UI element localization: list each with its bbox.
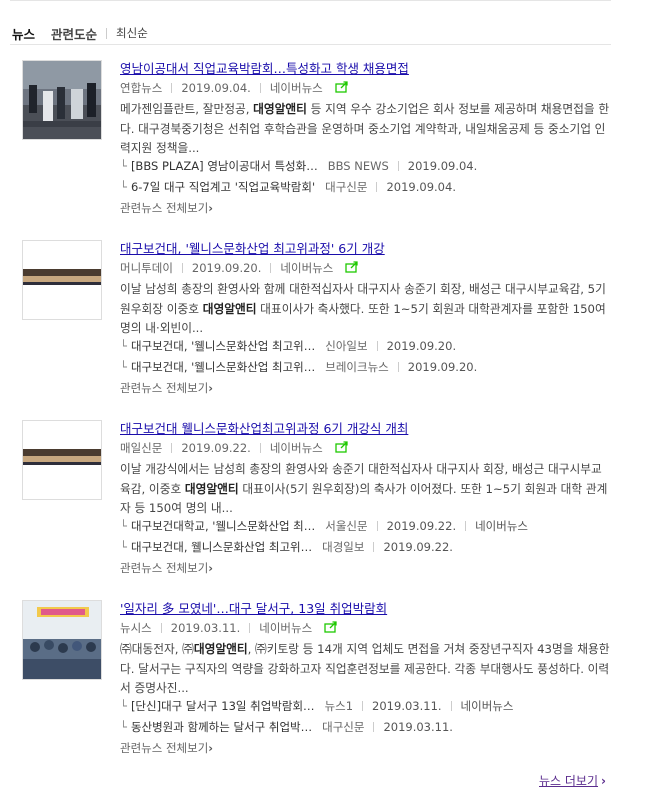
related-news-item: └ 6-7일 대구 직업계고 '직업교육박람회' 대구신문 2019.09.04… bbox=[120, 179, 456, 195]
chevron-right-icon: › bbox=[208, 201, 214, 215]
branch-icon: └ bbox=[120, 699, 127, 713]
sort-tabs: 뉴스 관련도순 최신순 bbox=[12, 24, 148, 42]
branch-icon: └ bbox=[120, 519, 127, 533]
chevron-right-icon: › bbox=[208, 741, 214, 755]
related-news-all-link[interactable]: 관련뉴스 전체보기› bbox=[120, 200, 213, 216]
tab-relevance[interactable]: 관련도순 bbox=[51, 24, 97, 43]
related-news-link[interactable]: 6-7일 대구 직업계고 '직업교육박람회' bbox=[131, 179, 315, 195]
news-title-link[interactable]: '일자리 多 모였네'…대구 달서구, 13일 취업박람회 bbox=[120, 598, 387, 617]
related-news-item: └ [BBS PLAZA] 영남이공대서 특성화… BBS NEWS 2019.… bbox=[120, 158, 478, 174]
related-news-link[interactable]: 대구보건대, '웰니스문화산업 최고위… bbox=[131, 359, 315, 375]
related-news-link[interactable]: 동산병원과 함께하는 달서구 취업박… bbox=[131, 719, 312, 735]
news-title-link[interactable]: 영남이공대서 직업교육박람회…특성화고 학생 채용면접 bbox=[120, 58, 409, 77]
news-date: 2019.09.22. bbox=[181, 441, 251, 455]
related-news-item: └ 대구보건대, '웰니스문화산업 최고위… 신아일보 2019.09.20. bbox=[120, 338, 457, 354]
branch-icon: └ bbox=[120, 360, 127, 374]
share-icon[interactable] bbox=[324, 620, 338, 636]
news-meta: 머니투데이 2019.09.20. 네이버뉴스 bbox=[120, 260, 359, 276]
news-snippet: 메가젠임플란트, 잘만정공, 대영알앤티 등 지역 우수 강소기업은 회사 정보… bbox=[120, 102, 610, 155]
news-snippet: 이날 남성희 총장의 환영사와 함께 대한적십자사 대구지사 송준기 회장, 배… bbox=[120, 282, 606, 335]
related-news-link[interactable]: [BBS PLAZA] 영남이공대서 특성화… bbox=[131, 158, 318, 174]
share-icon[interactable] bbox=[335, 440, 349, 456]
tabs-divider bbox=[10, 44, 611, 45]
related-news-item: └ 대구보건대학교, '웰니스문화산업 최… 서울신문 2019.09.22. … bbox=[120, 518, 528, 534]
thumbnail-photo-icon bbox=[23, 601, 101, 679]
more-news-link[interactable]: 뉴스 더보기 › bbox=[539, 772, 606, 789]
news-date: 2019.03.11. bbox=[170, 621, 241, 635]
naver-news-link[interactable]: 네이버뉴스 bbox=[461, 698, 514, 714]
related-news-link[interactable]: 대구보건대학교, '웰니스문화산업 최… bbox=[131, 518, 315, 534]
thumbnail-photo-icon bbox=[23, 421, 101, 499]
news-meta: 연합뉴스 2019.09.04. 네이버뉴스 bbox=[120, 80, 349, 96]
news-date: 2019.09.20. bbox=[191, 261, 262, 275]
related-news-all-link[interactable]: 관련뉴스 전체보기› bbox=[120, 740, 213, 756]
related-news-item: └ 대구보건대, '웰니스문화산업 최고위… 브레이크뉴스 2019.09.20… bbox=[120, 359, 478, 375]
news-thumbnail[interactable] bbox=[22, 600, 102, 680]
news-source[interactable]: 매일신문 bbox=[120, 440, 162, 456]
news-source[interactable]: 연합뉴스 bbox=[120, 80, 162, 96]
keyword-highlight: 대영알앤티 bbox=[253, 102, 307, 116]
branch-icon: └ bbox=[120, 159, 127, 173]
chevron-right-icon: › bbox=[208, 561, 214, 575]
news-snippet: 이날 개강식에서는 남성희 총장의 환영사와 송준기 대한적십자사 대구지사 회… bbox=[120, 462, 608, 515]
naver-news-link[interactable]: 네이버뉴스 bbox=[280, 260, 333, 276]
naver-news-link[interactable]: 네이버뉴스 bbox=[475, 518, 528, 534]
chevron-right-icon: › bbox=[601, 774, 606, 788]
naver-news-link[interactable]: 네이버뉴스 bbox=[270, 440, 323, 456]
keyword-highlight: 대영알앤티 bbox=[193, 642, 248, 656]
branch-icon: └ bbox=[120, 540, 127, 554]
related-news-item: └ 동산병원과 함께하는 달서구 취업박… 대구신문 2019.03.11. bbox=[120, 719, 453, 735]
tab-news[interactable]: 뉴스 bbox=[12, 24, 35, 43]
branch-icon: └ bbox=[120, 720, 127, 734]
related-news-all-link[interactable]: 관련뉴스 전체보기› bbox=[120, 560, 213, 576]
share-icon[interactable] bbox=[345, 260, 359, 276]
related-news-link[interactable]: [단신]대구 달서구 13일 취업박람회… bbox=[131, 698, 315, 714]
keyword-highlight: 대영알앤티 bbox=[202, 301, 257, 316]
news-date: 2019.09.04. bbox=[181, 81, 251, 95]
naver-news-link[interactable]: 네이버뉴스 bbox=[259, 620, 312, 636]
keyword-highlight: 대영알앤티 bbox=[184, 481, 239, 496]
news-thumbnail[interactable] bbox=[22, 60, 102, 140]
related-news-link[interactable]: 대구보건대, '웰니스문화산업 최고위… bbox=[131, 338, 315, 354]
news-snippet: ㈜대동전자, ㈜대영알앤티, ㈜키토랑 등 14개 지역 업체도 면접을 거쳐 … bbox=[120, 642, 610, 695]
meta-divider bbox=[259, 83, 261, 93]
news-meta: 뉴시스 2019.03.11. 네이버뉴스 bbox=[120, 620, 338, 636]
news-title-link[interactable]: 대구보건대, '웰니스문화산업 최고위과정' 6기 개강 bbox=[120, 238, 385, 257]
related-news-all-link[interactable]: 관련뉴스 전체보기› bbox=[120, 380, 213, 396]
branch-icon: └ bbox=[120, 180, 127, 194]
news-source[interactable]: 머니투데이 bbox=[120, 260, 173, 276]
naver-news-link[interactable]: 네이버뉴스 bbox=[270, 80, 323, 96]
related-news-link[interactable]: 대구보건대, 웰니스문화산업 최고위… bbox=[131, 539, 312, 555]
news-meta: 매일신문 2019.09.22. 네이버뉴스 bbox=[120, 440, 349, 456]
chevron-right-icon: › bbox=[208, 381, 214, 395]
related-news-item: └ 대구보건대, 웰니스문화산업 최고위… 대경일보 2019.09.22. bbox=[120, 539, 453, 555]
tab-latest[interactable]: 최신순 bbox=[116, 25, 148, 41]
news-thumbnail[interactable] bbox=[22, 240, 102, 320]
thumbnail-photo-icon bbox=[23, 61, 101, 139]
news-thumbnail[interactable] bbox=[22, 420, 102, 500]
meta-divider bbox=[171, 83, 173, 93]
thumbnail-photo-icon bbox=[23, 241, 101, 319]
share-icon[interactable] bbox=[335, 80, 349, 96]
top-divider bbox=[10, 0, 611, 1]
branch-icon: └ bbox=[120, 339, 127, 353]
tab-divider bbox=[106, 27, 108, 39]
news-title-link[interactable]: 대구보건대 웰니스문화산업최고위과정 6기 개강식 개최 bbox=[120, 418, 408, 437]
related-news-item: └ [단신]대구 달서구 13일 취업박람회… 뉴스1 2019.03.11. … bbox=[120, 698, 514, 714]
news-source[interactable]: 뉴시스 bbox=[120, 620, 152, 636]
